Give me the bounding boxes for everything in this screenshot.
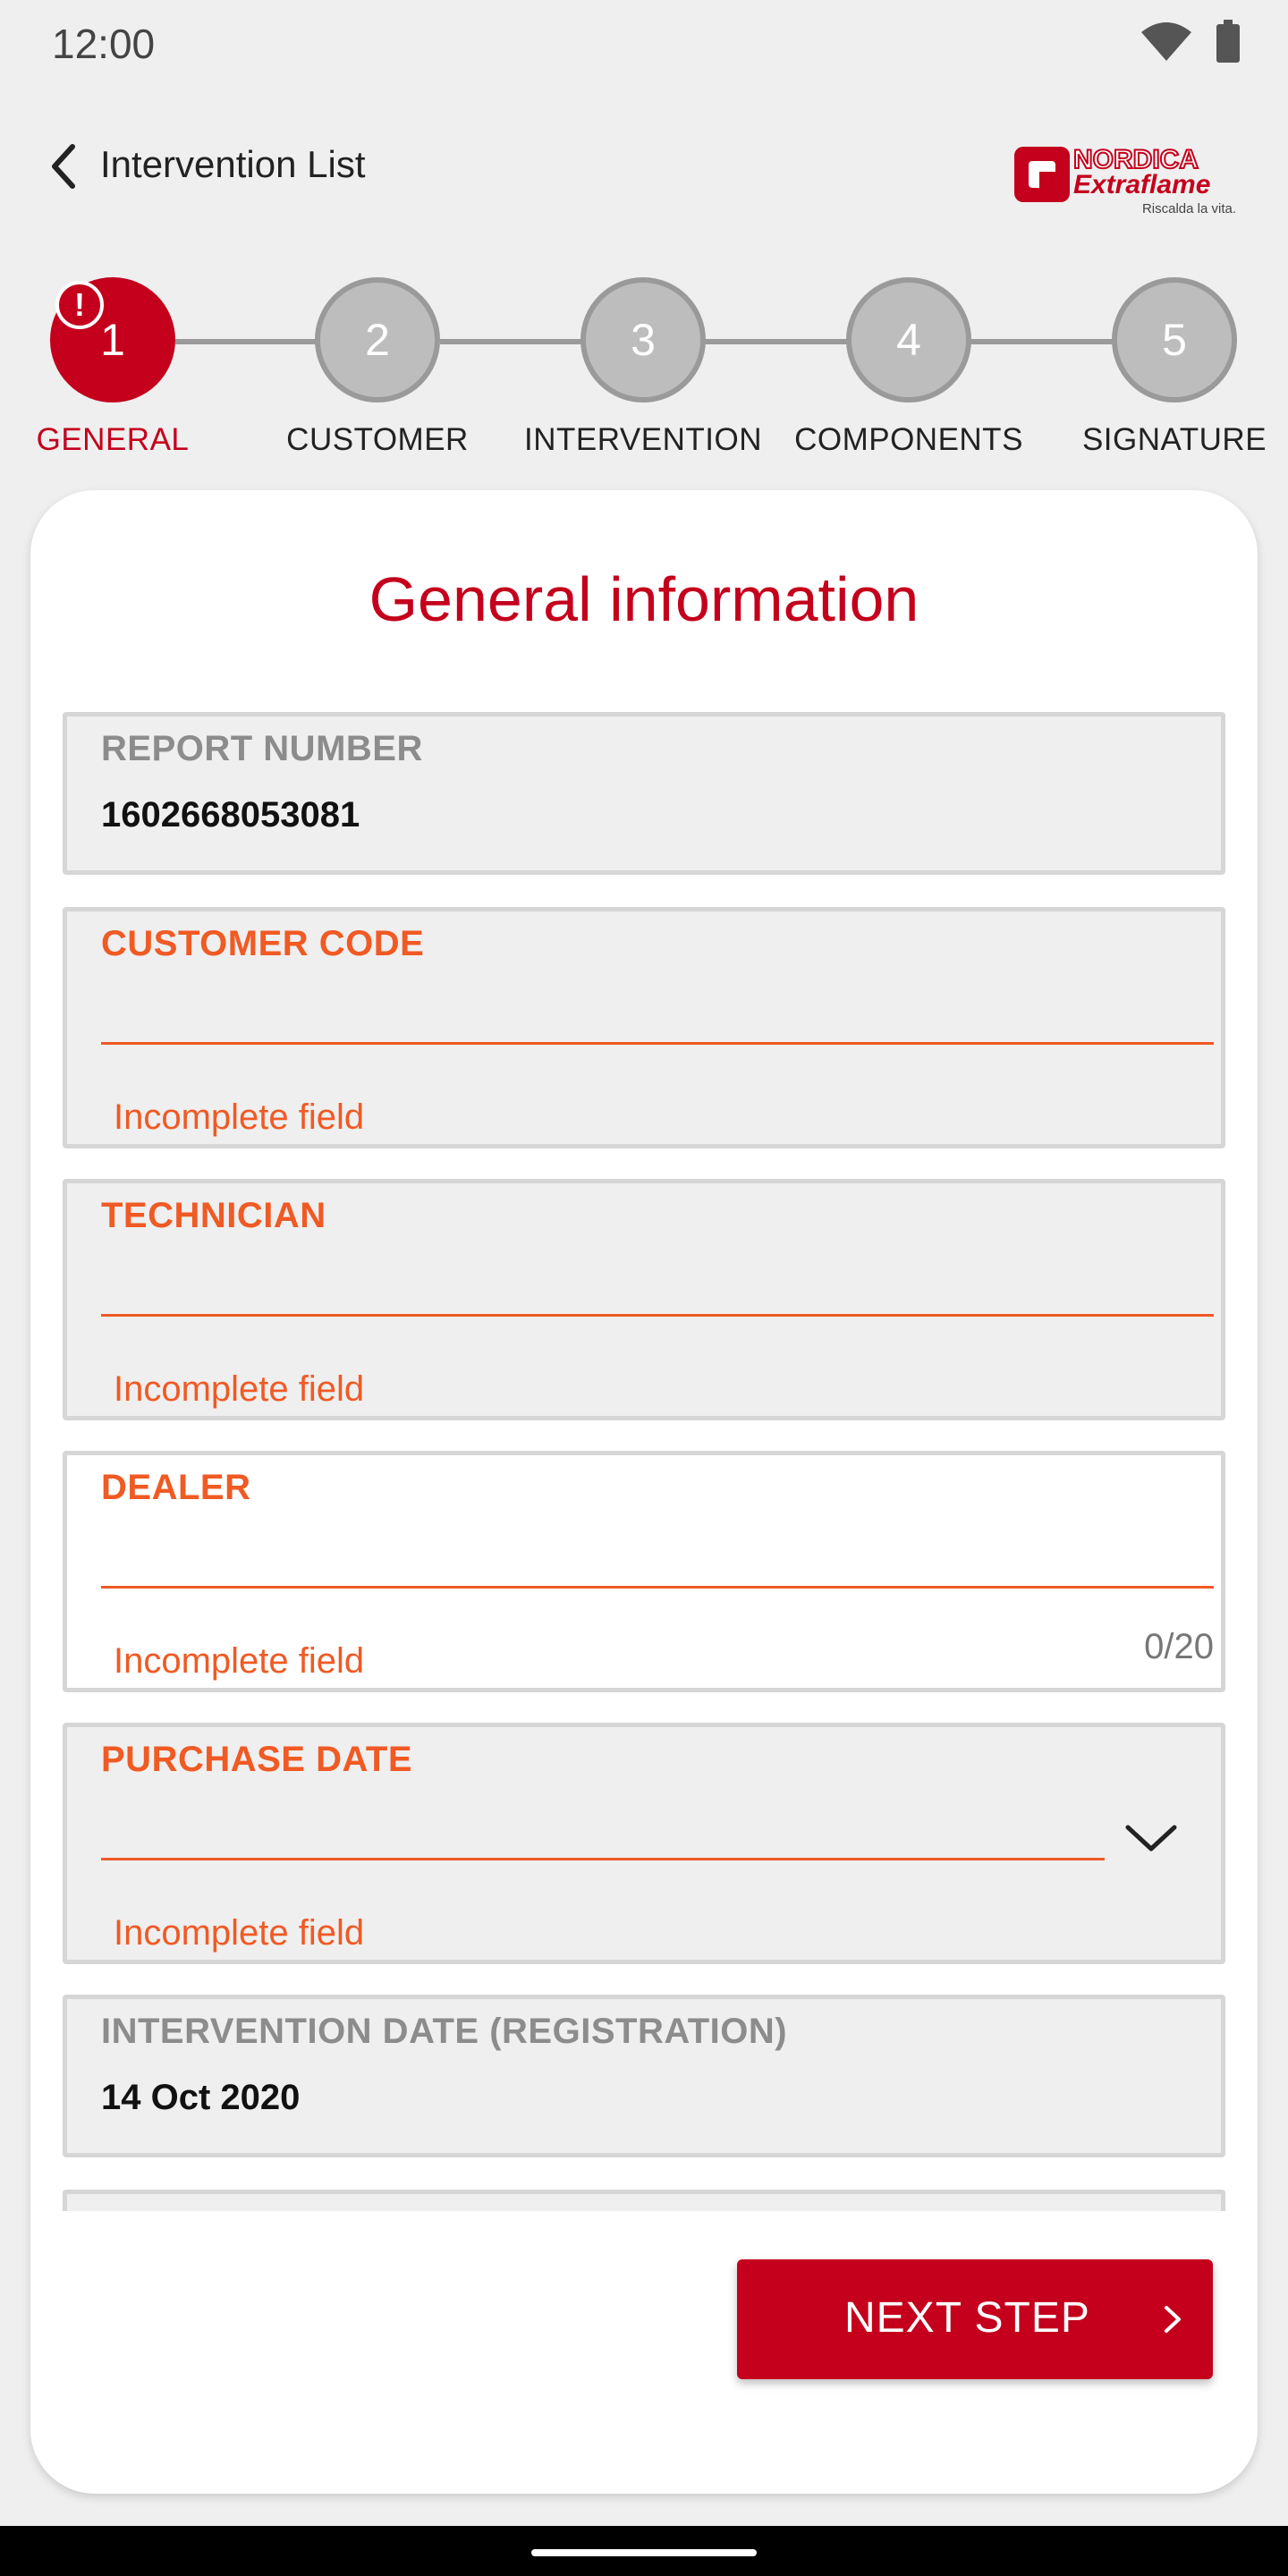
logo-tagline: Riscalda la vita. <box>1142 201 1236 216</box>
page-title: General information <box>369 564 919 634</box>
step-label: CUSTOMER <box>286 422 469 457</box>
step-intervention[interactable]: 3 INTERVENTION <box>518 277 768 458</box>
step-label: COMPONENTS <box>794 422 1023 457</box>
step-label: SIGNATURE <box>1081 422 1267 457</box>
field-underline <box>101 1858 1105 1860</box>
form-card: General information REPORT NUMBER 160266… <box>30 490 1258 2494</box>
step-label: GENERAL <box>36 422 190 457</box>
app-bar: Intervention List NORDICA Extraflame Ris… <box>0 125 1288 216</box>
stepper: 1 ! GENERAL 2 CUSTOMER 3 INTERVENTION 4 … <box>0 277 1288 474</box>
field-underline <box>101 1042 1214 1045</box>
intervention-date-field: INTERVENTION DATE (REGISTRATION) 14 Oct … <box>63 1995 1225 2157</box>
purchase-date-field[interactable]: PURCHASE DATE Incomplete field <box>63 1723 1225 1964</box>
alert-icon: ! <box>55 281 104 329</box>
field-label: TECHNICIAN <box>101 1196 326 1235</box>
step-number: 4 <box>896 315 921 365</box>
next-step-label: NEXT STEP <box>844 2294 1090 2342</box>
customer-code-field[interactable]: CUSTOMER CODE Incomplete field <box>63 907 1225 1148</box>
field-error: Incomplete field <box>114 1913 365 1953</box>
intervention-date-value: 14 Oct 2020 <box>101 2078 301 2117</box>
field-error: Incomplete field <box>114 1097 365 1137</box>
system-nav-bar <box>0 2526 1288 2576</box>
battery-icon <box>1216 20 1240 63</box>
step-number: 5 <box>1162 315 1187 365</box>
chevron-left-icon <box>52 144 75 189</box>
field-label: INTERVENTION DATE (REGISTRATION) <box>101 2012 788 2051</box>
step-circle: 5 <box>1112 277 1237 402</box>
step-customer[interactable]: 2 CUSTOMER <box>252 277 503 458</box>
step-number: 2 <box>365 315 390 365</box>
next-step-button[interactable]: NEXT STEP <box>737 2259 1213 2379</box>
step-number: 1 <box>100 315 125 365</box>
field-label: PURCHASE DATE <box>101 1740 413 1779</box>
chevron-down-icon[interactable] <box>1124 1820 1178 1856</box>
report-number-field: REPORT NUMBER 1602668053081 <box>63 712 1225 875</box>
step-general[interactable]: 1 ! GENERAL <box>0 277 238 458</box>
step-circle: 3 <box>580 277 706 402</box>
back-button[interactable] <box>45 140 80 193</box>
dealer-field[interactable]: DEALER Incomplete field 0/20 <box>63 1451 1225 1692</box>
wifi-icon <box>1141 22 1191 61</box>
step-label: INTERVENTION <box>524 422 762 457</box>
step-components[interactable]: 4 COMPONENTS <box>784 277 1034 458</box>
step-circle: 4 <box>846 277 971 402</box>
field-error: Incomplete field <box>114 1369 365 1409</box>
brand-logo: NORDICA Extraflame Riscalda la vita. <box>1014 144 1236 216</box>
report-number-value: 1602668053081 <box>101 795 360 835</box>
step-signature[interactable]: 5 SIGNATURE <box>1049 277 1288 458</box>
technician-field[interactable]: TECHNICIAN Incomplete field <box>63 1179 1225 1420</box>
status-icons <box>1141 20 1241 63</box>
logo-brand-bottom: Extraflame <box>1073 170 1210 199</box>
character-counter: 0/20 <box>1144 1627 1214 1666</box>
field-error: Incomplete field <box>114 1641 365 1681</box>
status-bar: 12:00 <box>0 0 1288 89</box>
back-title[interactable]: Intervention List <box>100 143 366 186</box>
step-circle: 2 <box>315 277 440 402</box>
step-number: 3 <box>631 315 656 365</box>
field-label: REPORT NUMBER <box>101 729 423 768</box>
screen: 12:00 Intervention List NORDICA Extrafla… <box>0 0 1288 2576</box>
field-underline <box>101 1314 1214 1317</box>
field-label: CUSTOMER CODE <box>101 924 425 963</box>
field-label: DEALER <box>101 1468 251 1507</box>
chevron-right-icon <box>1165 2306 1181 2333</box>
step-circle: 1 ! <box>50 277 175 402</box>
home-handle[interactable] <box>531 2549 757 2556</box>
status-time: 12:00 <box>52 21 156 67</box>
field-underline <box>101 1586 1214 1589</box>
